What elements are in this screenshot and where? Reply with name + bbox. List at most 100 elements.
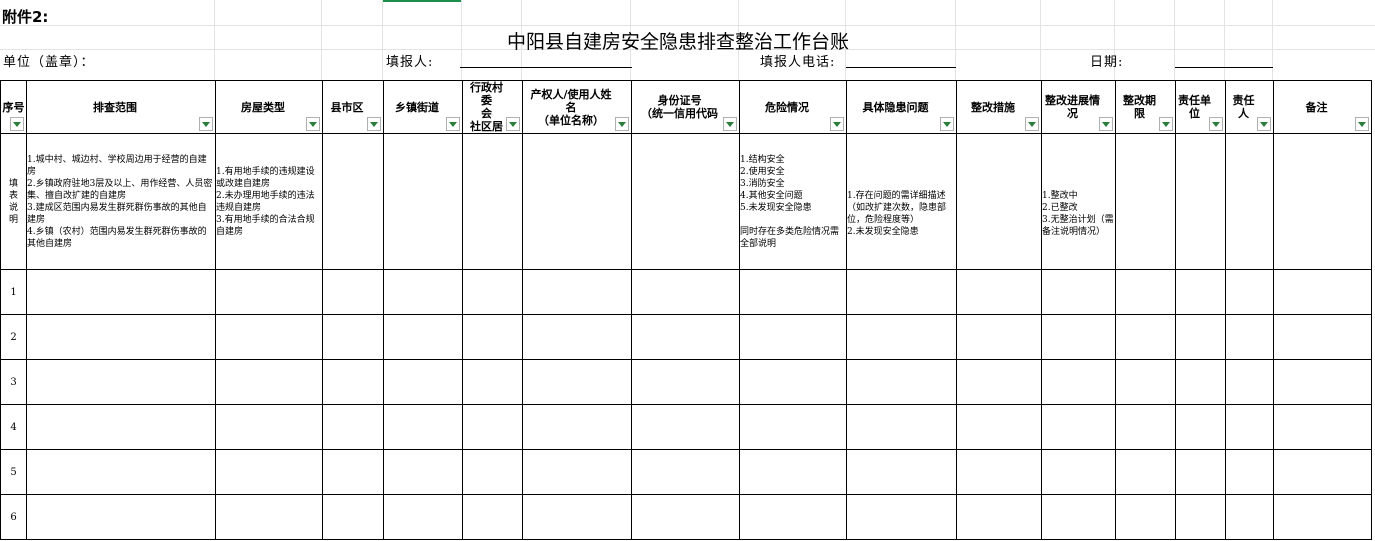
cell-hazard[interactable] [846, 404, 957, 450]
cell-progress[interactable] [1041, 269, 1116, 315]
instruction-house-type-cell[interactable]: 1.有用地手续的违规建设或改建自建房 2.未办理用地手续的违法违规自建房 3.有… [215, 133, 323, 270]
cell-remark[interactable] [1273, 269, 1372, 315]
cell-id[interactable] [631, 494, 740, 540]
cell-measure[interactable] [956, 449, 1042, 495]
cell-scope[interactable] [26, 269, 216, 315]
cell-progress[interactable] [1041, 404, 1116, 450]
cell-remark[interactable] [1273, 404, 1372, 450]
cell[interactable] [1115, 133, 1176, 270]
cell-owner[interactable] [522, 494, 632, 540]
cell-town[interactable] [383, 269, 463, 315]
cell-remark[interactable] [1273, 494, 1372, 540]
cell-resp_unit[interactable] [1175, 494, 1226, 540]
cell-resp_person[interactable] [1225, 359, 1274, 405]
cell-hazard[interactable] [846, 314, 957, 360]
cell-id[interactable] [631, 404, 740, 450]
cell-county[interactable] [322, 449, 384, 495]
cell-id[interactable] [631, 269, 740, 315]
cell-town[interactable] [383, 314, 463, 360]
instruction-label-cell[interactable]: 填表说明 [0, 133, 27, 270]
instruction-danger-cell[interactable]: 1.结构安全 2.使用安全 3.消防安全 4.其他安全问题 5.未发现安全隐患 … [739, 133, 847, 270]
cell-measure[interactable] [956, 494, 1042, 540]
cell-town[interactable] [383, 449, 463, 495]
cell-resp_unit[interactable] [1175, 269, 1226, 315]
cell-village[interactable] [462, 314, 523, 360]
cell-village[interactable] [462, 449, 523, 495]
cell-deadline[interactable] [1115, 449, 1176, 495]
filter-dropdown-icon[interactable] [1209, 117, 1223, 131]
cell-hazard[interactable] [846, 359, 957, 405]
filter-dropdown-icon[interactable] [1099, 117, 1113, 131]
filter-dropdown-icon[interactable] [367, 117, 381, 131]
cell-hazard[interactable] [846, 449, 957, 495]
cell-resp_person[interactable] [1225, 404, 1274, 450]
cell-progress[interactable] [1041, 449, 1116, 495]
cell-scope[interactable] [26, 359, 216, 405]
cell-danger[interactable] [739, 314, 847, 360]
filter-dropdown-icon[interactable] [940, 117, 954, 131]
row-number-cell[interactable]: 3 [0, 359, 27, 405]
cell-danger[interactable] [739, 449, 847, 495]
row-number-cell[interactable]: 6 [0, 494, 27, 540]
cell[interactable] [383, 133, 463, 270]
cell-deadline[interactable] [1115, 494, 1176, 540]
cell-house_type[interactable] [215, 449, 323, 495]
filter-dropdown-icon[interactable] [506, 117, 520, 131]
cell-village[interactable] [462, 359, 523, 405]
cell[interactable] [956, 133, 1042, 270]
cell[interactable] [631, 133, 740, 270]
cell-remark[interactable] [1273, 449, 1372, 495]
cell-resp_person[interactable] [1225, 314, 1274, 360]
cell[interactable] [1273, 133, 1372, 270]
filter-dropdown-icon[interactable] [723, 117, 737, 131]
filter-dropdown-icon[interactable] [199, 117, 213, 131]
cell-village[interactable] [462, 269, 523, 315]
cell-progress[interactable] [1041, 494, 1116, 540]
cell-house_type[interactable] [215, 404, 323, 450]
phone-input-line[interactable] [846, 67, 956, 68]
cell-progress[interactable] [1041, 359, 1116, 405]
filter-dropdown-icon[interactable] [1355, 117, 1369, 131]
filter-dropdown-icon[interactable] [1159, 117, 1173, 131]
cell-danger[interactable] [739, 359, 847, 405]
cell[interactable] [522, 133, 632, 270]
cell-deadline[interactable] [1115, 314, 1176, 360]
filler-input-line[interactable] [460, 67, 632, 68]
cell-owner[interactable] [522, 269, 632, 315]
cell-scope[interactable] [26, 494, 216, 540]
cell-resp_unit[interactable] [1175, 314, 1226, 360]
cell-county[interactable] [322, 359, 384, 405]
cell-danger[interactable] [739, 494, 847, 540]
cell-village[interactable] [462, 494, 523, 540]
instruction-scope-cell[interactable]: 1.城中村、城边村、学校周边用于经营的自建房 2.乡镇政府驻地3层及以上、用作经… [26, 133, 216, 270]
cell-deadline[interactable] [1115, 269, 1176, 315]
cell-town[interactable] [383, 359, 463, 405]
row-number-cell[interactable]: 1 [0, 269, 27, 315]
cell-owner[interactable] [522, 404, 632, 450]
cell-progress[interactable] [1041, 314, 1116, 360]
cell-owner[interactable] [522, 359, 632, 405]
cell-county[interactable] [322, 269, 384, 315]
instruction-hazard-cell[interactable]: 1.存在问题的需详细描述（如改扩建次数，隐患部位，危险程度等） 2.未发现安全隐… [846, 133, 957, 270]
cell-village[interactable] [462, 404, 523, 450]
cell-measure[interactable] [956, 314, 1042, 360]
cell-measure[interactable] [956, 404, 1042, 450]
cell-scope[interactable] [26, 404, 216, 450]
filter-dropdown-icon[interactable] [1025, 117, 1039, 131]
cell-resp_unit[interactable] [1175, 449, 1226, 495]
date-input-line[interactable] [1175, 67, 1273, 68]
cell-hazard[interactable] [846, 494, 957, 540]
filter-dropdown-icon[interactable] [446, 117, 460, 131]
filter-dropdown-icon[interactable] [10, 117, 24, 131]
row-number-cell[interactable]: 5 [0, 449, 27, 495]
cell-county[interactable] [322, 314, 384, 360]
cell-resp_person[interactable] [1225, 449, 1274, 495]
cell-danger[interactable] [739, 269, 847, 315]
cell-measure[interactable] [956, 359, 1042, 405]
cell-deadline[interactable] [1115, 404, 1176, 450]
cell-resp_unit[interactable] [1175, 359, 1226, 405]
cell-resp_person[interactable] [1225, 494, 1274, 540]
filter-dropdown-icon[interactable] [615, 117, 629, 131]
cell-scope[interactable] [26, 449, 216, 495]
row-number-cell[interactable]: 2 [0, 314, 27, 360]
